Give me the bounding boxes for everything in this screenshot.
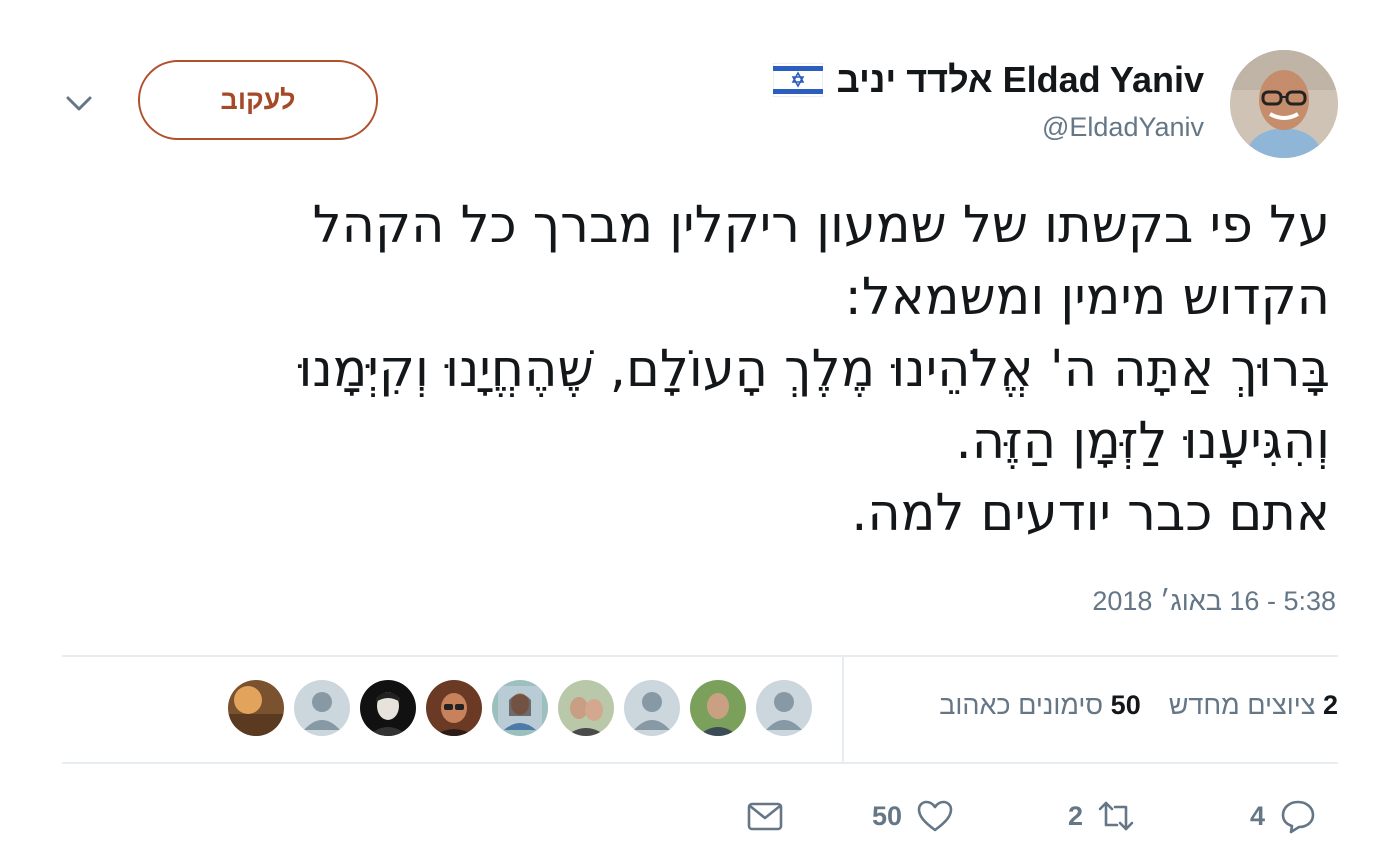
tweet-text-line: וְהִגִּיעָנוּ לַזְּמָן הַזֶּה.	[955, 412, 1330, 471]
tweet-text: על פי בקשתו של שמעון ריקלין מברך כל הקהל…	[40, 190, 1330, 550]
author-photo	[1230, 50, 1338, 158]
retweet-count: 2	[1068, 800, 1084, 831]
liker-avatar[interactable]	[426, 680, 482, 736]
reply-count: 4	[1250, 800, 1266, 831]
like-action[interactable]: 50	[872, 792, 954, 840]
author-name-row[interactable]: Eldad Yaniv אלדד יניב	[772, 59, 1204, 101]
author-avatar[interactable]	[1230, 50, 1338, 158]
tweet-timestamp[interactable]: 5:38 - 16 באוג׳ 2018	[1092, 586, 1336, 617]
liker-avatar[interactable]	[228, 680, 284, 736]
liker-avatar-default[interactable]	[624, 680, 680, 736]
liker-avatar-default[interactable]	[294, 680, 350, 736]
like-count: 50	[872, 800, 903, 831]
follow-button[interactable]: לעקוב	[138, 60, 378, 140]
israel-flag-icon	[772, 63, 823, 97]
envelope-icon	[747, 802, 783, 831]
tweet-text-line: בָּרוּךְ אַתָּה ה' אֱלֹהֵינוּ מֶלֶךְ הָע…	[298, 340, 1330, 399]
reply-icon	[1281, 800, 1315, 834]
liker-avatar[interactable]	[690, 680, 746, 736]
retweets-stat-count: 2	[1322, 690, 1338, 720]
liker-avatar-default[interactable]	[756, 680, 812, 736]
heart-icon	[917, 800, 953, 832]
stats-vertical-divider	[842, 657, 844, 762]
retweet-action[interactable]: 2	[1068, 792, 1135, 840]
liker-avatar[interactable]	[558, 680, 614, 736]
likes-stat-label: סימונים כאהוב	[939, 690, 1104, 720]
retweets-stat[interactable]: 2 ציוצים מחדש	[1169, 690, 1338, 721]
retweet-icon	[1098, 801, 1134, 831]
retweets-stat-label: ציוצים מחדש	[1168, 690, 1316, 720]
stats-top-divider	[62, 655, 1338, 657]
direct-message-action[interactable]	[746, 792, 784, 840]
tweet-text-line: על פי בקשתו של שמעון ריקלין מברך כל הקהל	[312, 196, 1330, 255]
author-handle[interactable]: @EldadYaniv	[1042, 112, 1204, 143]
liker-avatar[interactable]	[492, 680, 548, 736]
author-name[interactable]: Eldad Yaniv אלדד יניב	[837, 59, 1204, 101]
liker-avatar[interactable]	[360, 680, 416, 736]
likers-avatars	[228, 680, 812, 738]
tweet-text-line: אתם כבר יודעים למה.	[851, 484, 1330, 543]
stats-bottom-divider	[62, 762, 1338, 764]
tweet-text-line: הקדוש מימין ומשמאל:	[844, 268, 1330, 327]
tweet-stats: 2 ציוצים מחדש 50 סימונים כאהוב	[939, 690, 1338, 721]
chevron-down-icon[interactable]	[62, 88, 96, 118]
likes-stat-count: 50	[1110, 690, 1141, 720]
reply-action[interactable]: 4	[1250, 792, 1317, 840]
likes-stat[interactable]: 50 סימונים כאהוב	[939, 690, 1141, 721]
